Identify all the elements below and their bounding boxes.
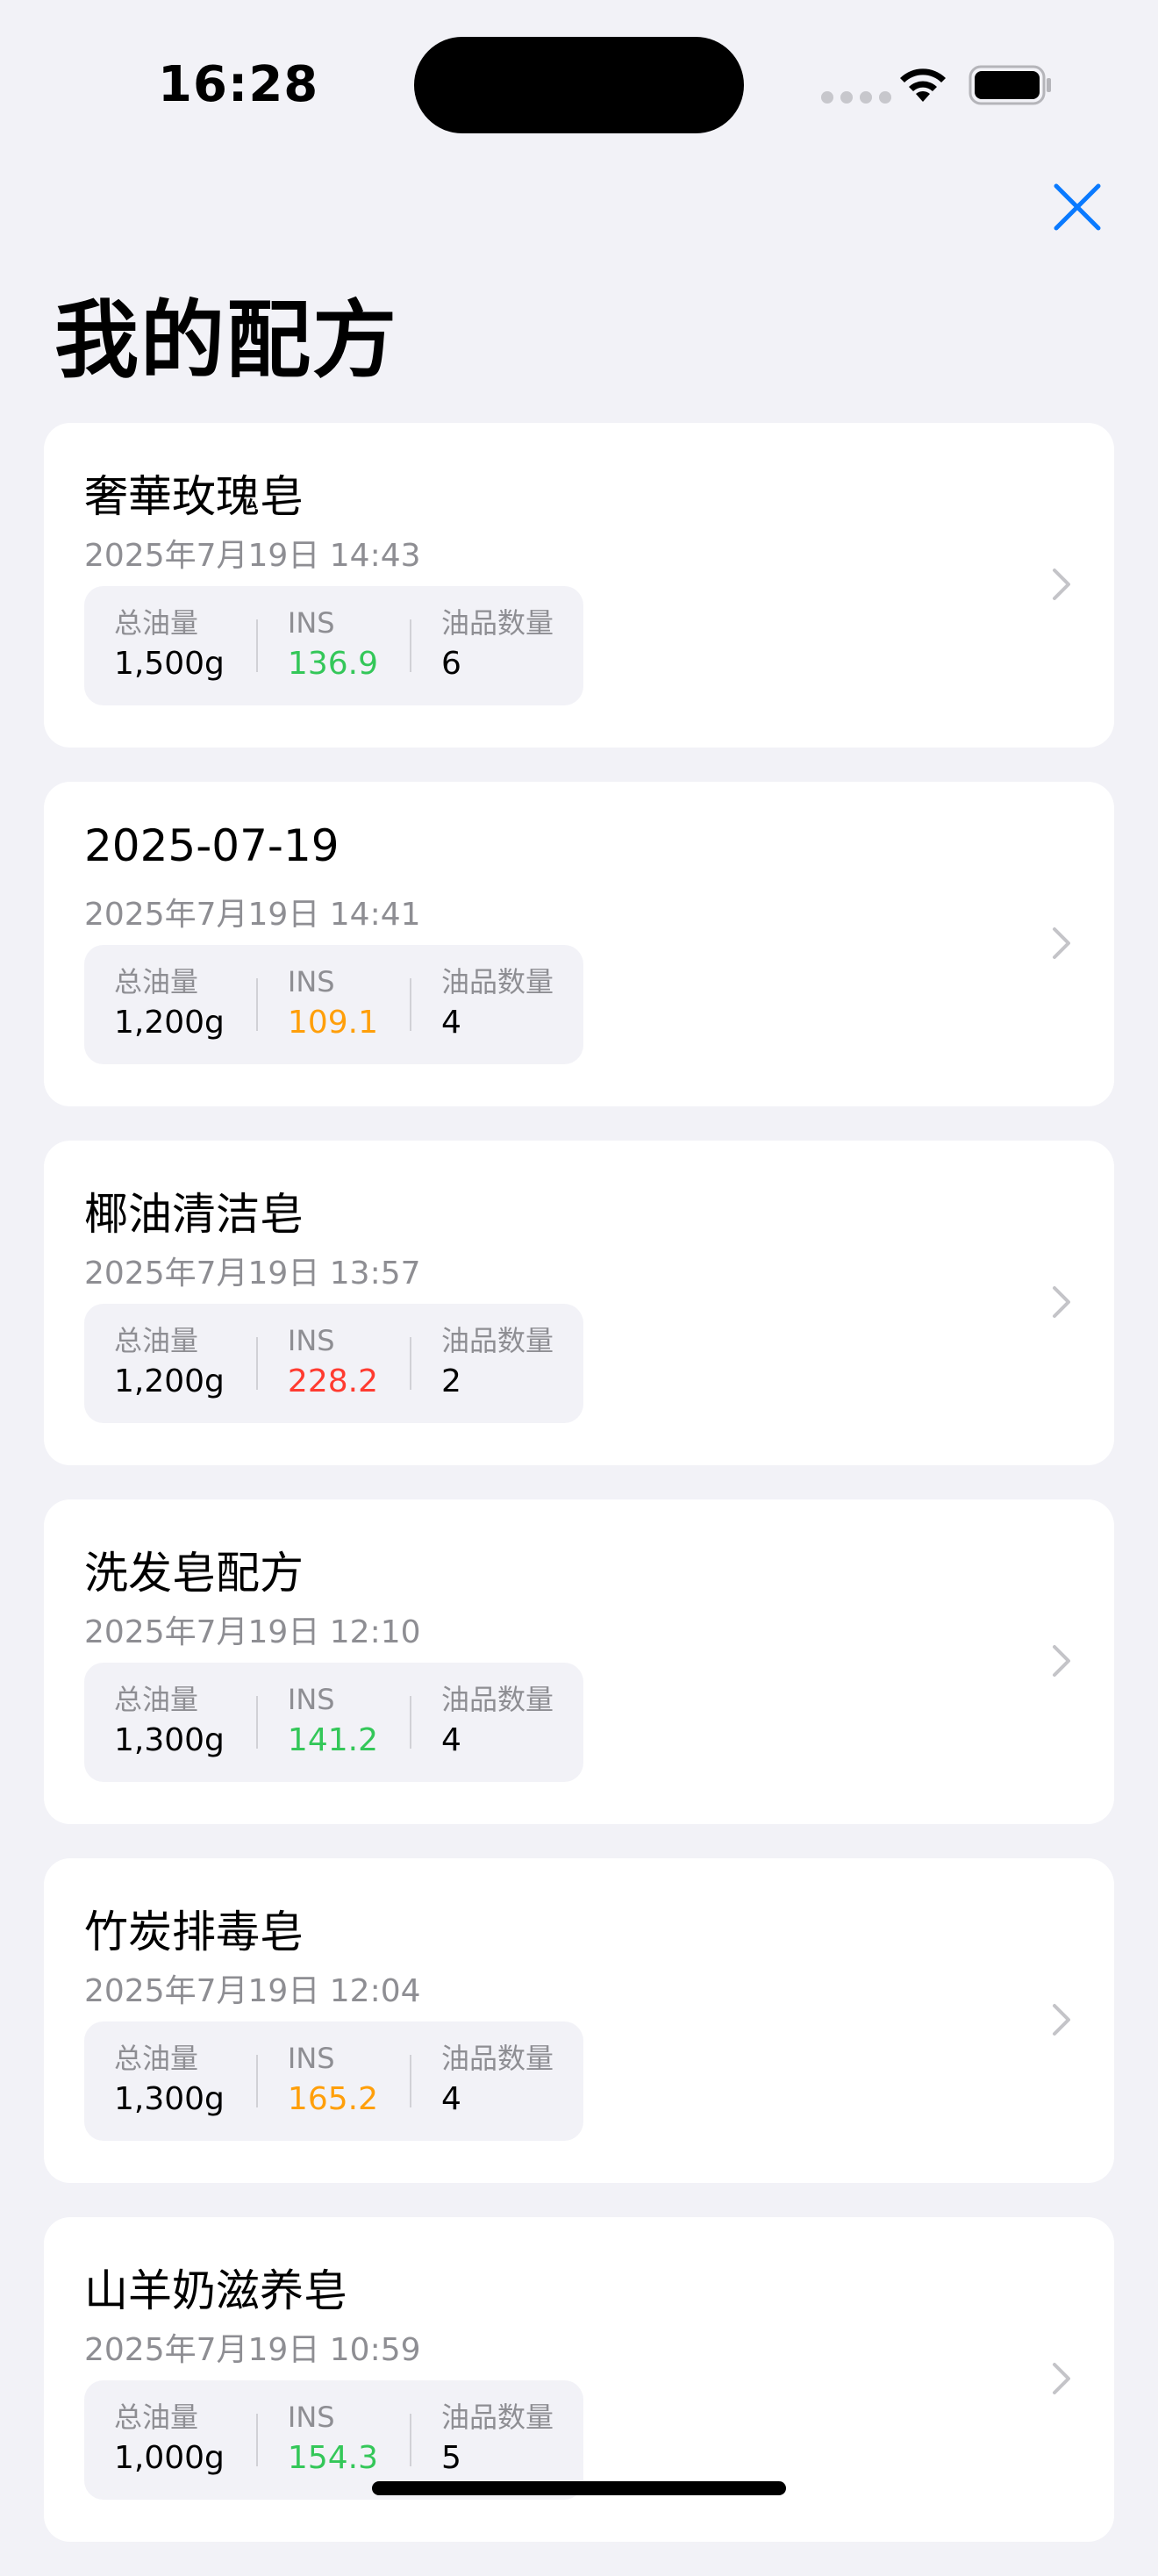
stat-ins: INS 136.9 [255, 586, 410, 705]
stat-label: 总油量 [114, 1683, 199, 1716]
recipe-name: 洗发皂配方 [84, 1548, 304, 1599]
recipe-stats: 总油量 1,300g INS 165.2 油品数量 4 [84, 2021, 583, 2141]
recipe-name: 山羊奶滋养皂 [84, 2265, 347, 2316]
status-bar: 16:28 [0, 0, 1158, 167]
close-button[interactable] [1046, 175, 1109, 239]
stat-label: 油品数量 [440, 2042, 554, 2075]
stat-total-oil: 总油量 1,500g [114, 586, 256, 705]
stat-value: 4 [440, 1005, 461, 1041]
stat-value: 1,300g [114, 2081, 225, 2117]
recipe-card[interactable]: 2025-07-19 2025年7月19日 14:41 总油量 1,200g I… [44, 782, 1114, 1106]
stat-label: 油品数量 [440, 2401, 554, 2434]
stat-oil-count: 油品数量 2 [409, 1304, 554, 1423]
recipe-card[interactable]: 椰油清洁皂 2025年7月19日 13:57 总油量 1,200g INS 22… [44, 1141, 1114, 1465]
stat-label: INS [287, 965, 335, 998]
stat-value: 228.2 [287, 1363, 378, 1399]
recipe-name: 奢華玫瑰皂 [84, 471, 304, 522]
stat-label: INS [287, 2042, 335, 2075]
stat-total-oil: 总油量 1,300g [114, 1663, 256, 1782]
stat-oil-count: 油品数量 4 [409, 1663, 554, 1782]
stat-label: INS [287, 1324, 335, 1357]
recipe-card[interactable]: 洗发皂配方 2025年7月19日 12:10 总油量 1,300g INS 14… [44, 1499, 1114, 1824]
stat-value: 1,500g [114, 646, 225, 682]
recipe-stats: 总油量 1,300g INS 141.2 油品数量 4 [84, 1663, 583, 1782]
recipe-stats: 总油量 1,500g INS 136.9 油品数量 6 [84, 586, 583, 705]
home-indicator [372, 2481, 786, 2495]
stat-value: 1,000g [114, 2440, 225, 2476]
stat-ins: INS 165.2 [255, 2021, 410, 2141]
stat-total-oil: 总油量 1,200g [114, 945, 256, 1064]
recipe-date: 2025年7月19日 14:41 [84, 897, 421, 933]
stat-label: 总油量 [114, 1324, 199, 1357]
stat-label: 油品数量 [440, 1324, 554, 1357]
stat-value: 2 [440, 1363, 461, 1399]
stat-value: 4 [440, 1722, 461, 1758]
stat-ins: INS 109.1 [255, 945, 410, 1064]
stat-value: 154.3 [287, 2440, 378, 2476]
stat-label: 油品数量 [440, 965, 554, 998]
recipe-date: 2025年7月19日 12:04 [84, 1973, 421, 2009]
stat-value: 136.9 [287, 646, 378, 682]
page-title: 我的配方 [54, 291, 398, 390]
stat-label: INS [287, 606, 335, 640]
stat-total-oil: 总油量 1,300g [114, 2021, 256, 2141]
stat-value: 4 [440, 2081, 461, 2117]
recipe-date: 2025年7月19日 14:43 [84, 538, 421, 574]
recipe-name: 2025-07-19 [84, 820, 340, 871]
stat-oil-count: 油品数量 4 [409, 2021, 554, 2141]
stat-value: 5 [440, 2440, 461, 2476]
cellular-signal-icon [821, 91, 891, 104]
recipe-list: 奢華玫瑰皂 2025年7月19日 14:43 总油量 1,500g INS 13… [44, 423, 1114, 2576]
stat-value: 141.2 [287, 1722, 378, 1758]
recipe-name: 竹炭排毒皂 [84, 1907, 304, 1957]
chevron-right-icon [1053, 2363, 1070, 2394]
stat-label: 总油量 [114, 2042, 199, 2075]
recipe-card[interactable]: 竹炭排毒皂 2025年7月19日 12:04 总油量 1,300g INS 16… [44, 1858, 1114, 2183]
recipe-date: 2025年7月19日 13:57 [84, 1256, 421, 1292]
stat-value: 1,200g [114, 1363, 225, 1399]
stat-ins: INS 141.2 [255, 1663, 410, 1782]
stat-value: 109.1 [287, 1005, 378, 1041]
stat-label: 总油量 [114, 606, 199, 640]
recipe-date: 2025年7月19日 12:10 [84, 1614, 421, 1650]
stat-total-oil: 总油量 1,000g [114, 2380, 256, 2500]
recipe-card[interactable]: 奢華玫瑰皂 2025年7月19日 14:43 总油量 1,500g INS 13… [44, 423, 1114, 748]
stat-label: INS [287, 1683, 335, 1716]
recipe-stats: 总油量 1,200g INS 109.1 油品数量 4 [84, 945, 583, 1064]
stat-label: 总油量 [114, 2401, 199, 2434]
chevron-right-icon [1053, 569, 1070, 600]
stat-value: 1,200g [114, 1005, 225, 1041]
close-icon [1054, 183, 1101, 231]
stat-value: 6 [440, 646, 461, 682]
wifi-icon [900, 68, 946, 102]
stat-label: 总油量 [114, 965, 199, 998]
stat-oil-count: 油品数量 6 [409, 586, 554, 705]
stat-value: 1,300g [114, 1722, 225, 1758]
recipe-stats: 总油量 1,200g INS 228.2 油品数量 2 [84, 1304, 583, 1423]
chevron-right-icon [1053, 2004, 1070, 2036]
chevron-right-icon [1053, 1286, 1070, 1318]
chevron-right-icon [1053, 927, 1070, 959]
recipe-date: 2025年7月19日 10:59 [84, 2332, 421, 2368]
stat-label: 油品数量 [440, 606, 554, 640]
stat-value: 165.2 [287, 2081, 378, 2117]
stat-label: 油品数量 [440, 1683, 554, 1716]
battery-icon [969, 65, 1051, 105]
dynamic-island [414, 37, 744, 133]
stat-oil-count: 油品数量 4 [409, 945, 554, 1064]
stat-label: INS [287, 2401, 335, 2434]
status-time: 16:28 [158, 56, 319, 113]
recipe-name: 椰油清洁皂 [84, 1189, 304, 1240]
chevron-right-icon [1053, 1645, 1070, 1677]
stat-total-oil: 总油量 1,200g [114, 1304, 256, 1423]
stat-ins: INS 228.2 [255, 1304, 410, 1423]
